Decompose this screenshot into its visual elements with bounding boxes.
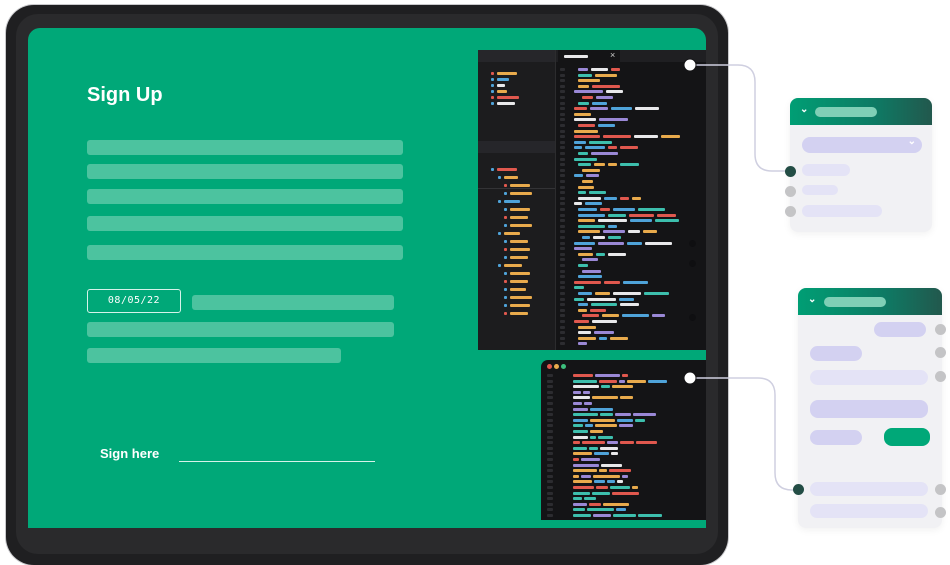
radio-option-1[interactable] [785,166,796,177]
options-panel-top: ⌄ ⌄ [790,98,932,232]
submit-button[interactable] [884,428,930,446]
options-panel-bottom-header[interactable]: ⌄ [798,288,942,315]
connector-node-top [683,58,697,72]
radio-option-2[interactable] [785,186,796,197]
field-pill-4[interactable] [810,400,928,418]
radio-option-6[interactable] [935,371,946,382]
panel-title-pill [824,297,886,307]
radio-option-4[interactable] [935,324,946,335]
chevron-down-icon: ⌄ [907,136,916,147]
options-panel-top-header[interactable]: ⌄ [790,98,932,125]
radio-option-3[interactable] [785,206,796,217]
field-pill-1[interactable] [874,322,926,337]
field-pill-5[interactable] [810,430,862,445]
radio-option-7[interactable] [793,484,804,495]
option-item-2[interactable] [802,185,838,195]
option-item-3[interactable] [802,205,882,217]
radio-option-5[interactable] [935,347,946,358]
radio-option-8[interactable] [935,484,946,495]
field-pill-3[interactable] [810,370,928,385]
option-item-1[interactable] [802,164,850,176]
field-pill-2[interactable] [810,346,862,361]
panel-title-pill [815,107,877,117]
radio-option-9[interactable] [935,507,946,518]
connector-node-bottom [683,371,697,385]
options-panel-bottom: ⌄ [798,288,942,528]
field-pill-6[interactable] [810,482,928,496]
chevron-down-icon[interactable]: ⌄ [800,104,808,115]
select-dropdown[interactable]: ⌄ [802,136,922,153]
chevron-down-icon[interactable]: ⌄ [808,294,816,305]
